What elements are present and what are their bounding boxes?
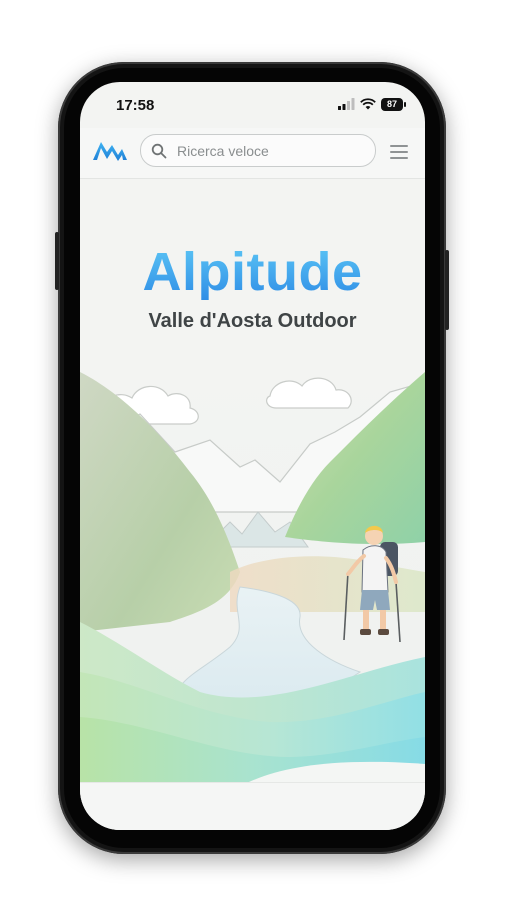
search-input[interactable]	[175, 141, 369, 160]
battery-level: 87	[386, 99, 397, 109]
wifi-icon	[360, 98, 376, 110]
battery-icon: 87	[381, 97, 406, 111]
mountain-logo-icon[interactable]	[93, 138, 127, 164]
side-button-left	[55, 232, 59, 290]
status-time: 17:58	[116, 97, 155, 114]
hero-title: Alpitude	[80, 244, 425, 300]
search-box[interactable]	[140, 134, 376, 167]
status-icons: 87	[338, 97, 406, 111]
app-header	[80, 128, 425, 179]
hero-subtitle: Valle d'Aosta Outdoor	[148, 310, 357, 332]
landscape-illustration	[80, 372, 425, 792]
hamburger-menu-icon[interactable]	[390, 145, 408, 159]
stage: 17:58 87 Ricerca veloce Alpitude Valle d…	[0, 0, 509, 914]
phone-screen: 17:58 87 Ricerca veloce Alpitude Valle d…	[80, 82, 425, 830]
bottom-bar	[80, 782, 425, 830]
cellular-signal-icon	[338, 98, 355, 110]
search-icon	[151, 143, 167, 158]
side-button-right	[445, 250, 449, 330]
status-bar: 17:58 87	[80, 82, 425, 128]
